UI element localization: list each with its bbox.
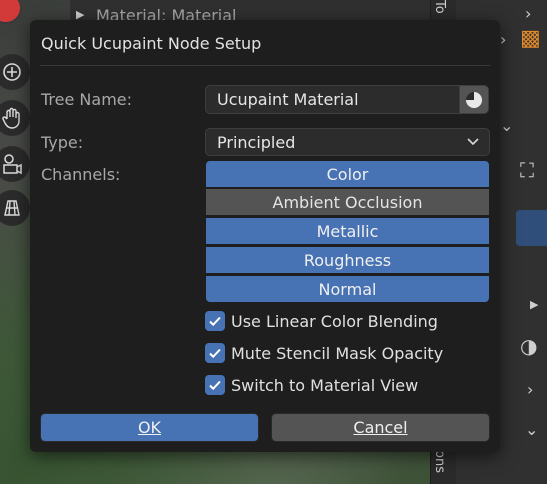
ok-button-label: OK [137,418,162,437]
channel-label: Ambient Occlusion [272,192,423,212]
checkbox-label: Mute Stencil Mask Opacity [231,343,444,363]
cancel-button-label: Cancel [353,418,408,437]
ok-button[interactable]: OK [40,413,259,442]
switch-to-material-view-checkbox[interactable]: Switch to Material View [205,374,418,396]
chevron-right-icon[interactable]: › [527,380,533,399]
material-browse-button[interactable] [459,85,489,114]
type-value: Principled [217,132,296,152]
chevron-down-icon[interactable]: ⌄ [525,420,538,439]
channel-label: Color [326,164,369,184]
type-dropdown[interactable]: Principled [205,128,490,156]
channel-toggle-normal[interactable]: Normal [205,275,490,303]
chevron-down-icon [467,135,479,151]
material-slot[interactable] [516,210,547,246]
dialog-title: Quick Ucupaint Node Setup [41,34,262,53]
quick-setup-dialog: Quick Ucupaint Node Setup Tree Name: Ucu… [30,20,500,452]
triangle-right-icon[interactable]: ▶ [530,298,538,311]
divider [40,65,490,66]
channel-toggle-ambient-occlusion[interactable]: Ambient Occlusion [205,188,490,216]
type-label: Type: [41,133,84,152]
channels-label: Channels: [41,165,121,184]
material-sphere-icon [466,91,482,108]
channel-toggle-color[interactable]: Color [205,160,490,188]
channel-label: Metallic [316,221,379,241]
checkmark-icon [205,343,225,363]
checkbox-label: Use Linear Color Blending [231,311,438,331]
use-linear-color-blending-checkbox[interactable]: Use Linear Color Blending [205,310,438,332]
mute-stencil-mask-opacity-checkbox[interactable]: Mute Stencil Mask Opacity [205,342,443,364]
fullscreen-icon[interactable]: ⛶ [520,158,534,182]
tree-name-value: Ucupaint Material [217,90,359,109]
sidebar-tab-addons[interactable]: ons [432,450,447,473]
chevron-right-icon[interactable]: › [525,4,531,23]
checkmark-icon [205,375,225,395]
tree-name-label: Tree Name: [41,90,133,109]
chevron-right-icon[interactable]: › [500,30,506,49]
checkmark-icon [205,311,225,331]
render-camera-icon[interactable]: ▩ [520,26,541,51]
sidebar-tab-tool[interactable]: To [432,0,447,14]
channel-toggle-roughness[interactable]: Roughness [205,246,490,274]
cancel-button[interactable]: Cancel [271,413,490,442]
channel-toggle-metallic[interactable]: Metallic [205,217,490,245]
channel-label: Roughness [303,250,392,270]
channel-label: Normal [318,279,377,299]
chevron-down-icon[interactable]: ⌄ [500,116,513,135]
material-sphere-icon[interactable]: ◑ [520,334,537,358]
tree-name-input[interactable]: Ucupaint Material [205,85,460,114]
checkbox-label: Switch to Material View [231,375,419,395]
